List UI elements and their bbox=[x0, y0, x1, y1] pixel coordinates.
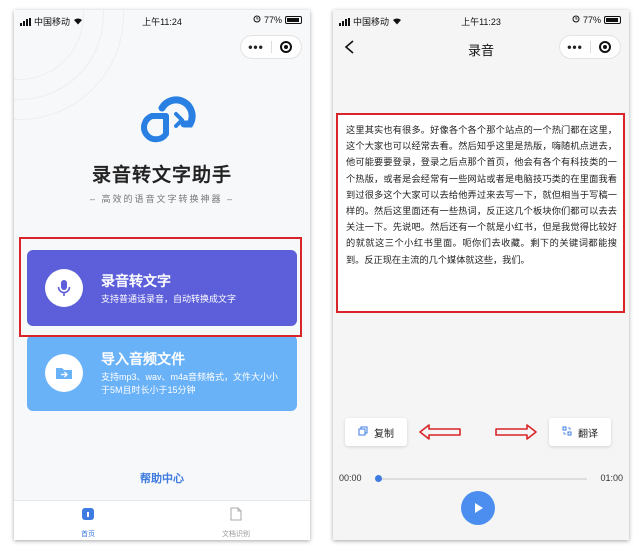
miniprogram-capsule: ••• bbox=[240, 35, 302, 59]
battery-icon bbox=[285, 16, 302, 24]
battery-icon bbox=[604, 16, 621, 24]
alarm-icon bbox=[253, 15, 261, 25]
transcript-text: 这里其实也有很多。好像各个各个那个站点的一个热门都在这里，这个大家也可以经常去看… bbox=[346, 125, 617, 265]
annotation-right-arrow-icon bbox=[495, 424, 537, 445]
more-menu-button[interactable]: ••• bbox=[241, 40, 271, 54]
copy-label: 复制 bbox=[374, 428, 394, 440]
total-time: 01:00 bbox=[600, 473, 623, 483]
folder-icon bbox=[45, 354, 83, 392]
tab-document-recognition[interactable]: 文档识别 bbox=[162, 501, 310, 540]
play-button[interactable] bbox=[461, 491, 495, 525]
tab-home-label: 首页 bbox=[81, 531, 95, 538]
target-icon bbox=[599, 41, 612, 53]
close-miniprogram-button[interactable] bbox=[272, 41, 301, 53]
more-menu-button[interactable]: ••• bbox=[560, 40, 590, 54]
translate-button[interactable]: 翻译 bbox=[549, 418, 611, 446]
target-icon bbox=[280, 41, 293, 53]
home-icon bbox=[81, 507, 95, 526]
status-bar: 中国移动 上午11:23 77% bbox=[333, 10, 629, 30]
document-icon bbox=[230, 507, 242, 526]
copy-button[interactable]: 复制 bbox=[345, 418, 407, 446]
translate-icon bbox=[562, 426, 572, 439]
alarm-icon bbox=[572, 15, 580, 25]
battery-percent: 77% bbox=[263, 15, 282, 25]
app-title: 录音转文字助手 bbox=[91, 165, 232, 186]
progress-track[interactable] bbox=[375, 478, 587, 480]
battery-percent: 77% bbox=[582, 15, 601, 25]
import-card-title: 导入音频文件 bbox=[101, 351, 185, 367]
app-subtitle: – 高效的语音文字转换神器 – bbox=[89, 194, 234, 204]
tab-home[interactable]: 首页 bbox=[14, 501, 162, 540]
import-audio-card[interactable]: 导入音频文件 支持mp3、wav、m4a音频格式，文件大小小于5M且时长小于15… bbox=[27, 335, 297, 411]
miniprogram-capsule: ••• bbox=[559, 35, 621, 59]
current-time: 00:00 bbox=[339, 473, 362, 483]
close-miniprogram-button[interactable] bbox=[591, 41, 620, 53]
annotation-highlight-box bbox=[19, 237, 302, 337]
status-bar: 中国移动 上午11:24 77% bbox=[14, 10, 310, 30]
app-logo-icon bbox=[132, 86, 196, 146]
playback-progress: 00:00 01:00 bbox=[333, 470, 629, 486]
play-icon bbox=[475, 503, 483, 513]
import-card-description: 支持mp3、wav、m4a音频格式，文件大小小于5M且时长小于15分钟 bbox=[101, 372, 279, 395]
annotation-left-arrow-icon bbox=[419, 424, 461, 445]
help-center-link[interactable]: 帮助中心 bbox=[14, 470, 310, 486]
recording-screen: 中国移动 上午11:23 77% 录音 ••• 这里其实也有很多。好像各个各个那… bbox=[333, 10, 629, 540]
tab-bar: 首页 文档识别 bbox=[14, 500, 310, 540]
tab-document-label: 文档识别 bbox=[222, 531, 250, 538]
progress-knob[interactable] bbox=[375, 475, 382, 482]
transcript-box: 这里其实也有很多。好像各个各个那个站点的一个热门都在这里，这个大家也可以经常去看… bbox=[336, 113, 625, 313]
copy-icon bbox=[358, 426, 368, 439]
translate-label: 翻译 bbox=[578, 428, 598, 440]
